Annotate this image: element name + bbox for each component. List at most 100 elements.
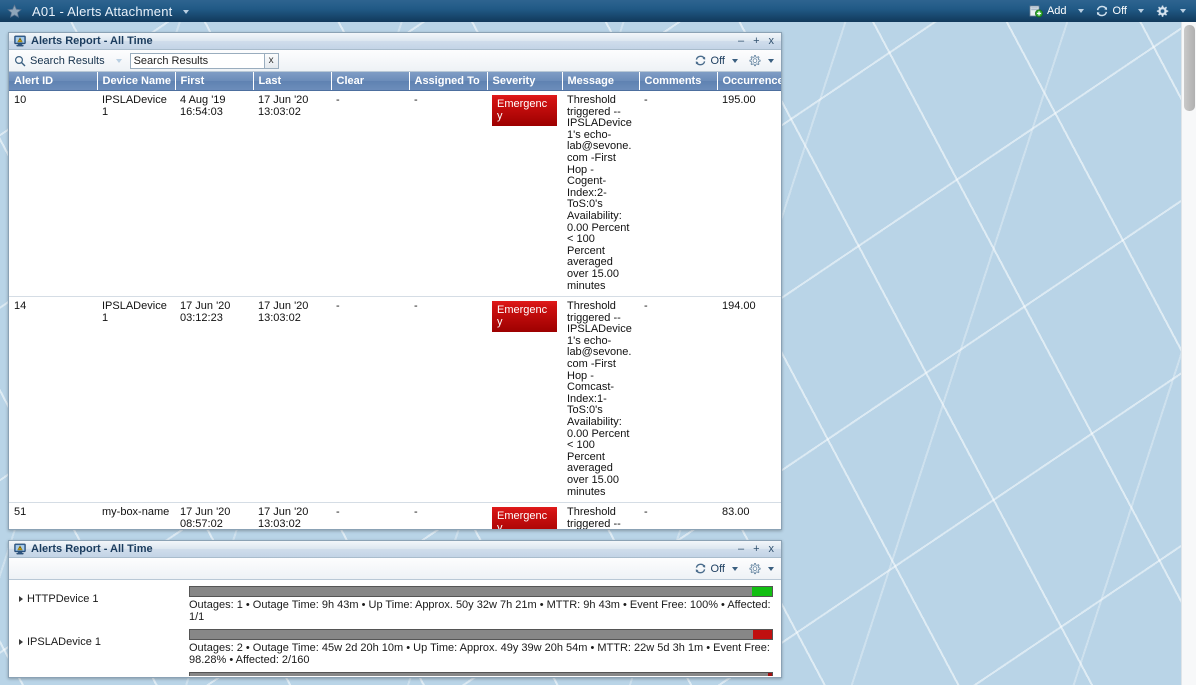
column-header-clear[interactable]: Clear [331,72,410,91]
alerts-panel-toolbar: Search Results x Off [9,50,781,72]
page-title-chevron-down-icon[interactable] [183,10,190,15]
refresh-chevron-down-icon[interactable] [1138,9,1144,13]
alerts-refresh-toggle[interactable]: Off [694,54,738,67]
add-icon [1029,5,1043,18]
settings-button[interactable] [1151,2,1190,20]
star-icon[interactable] [7,3,22,19]
cell-occurrences: 83.00 [717,502,781,529]
gear-icon [749,563,761,575]
alerts-settings-chevron-down-icon[interactable] [768,58,774,63]
cell-message: Threshold triggered -- IPSLADevice 1's e… [562,90,639,298]
refresh-toggle-button[interactable]: Off [1091,2,1148,20]
refresh-toggle-label: Off [1112,5,1127,17]
gear-icon [749,55,761,67]
alerts-table-header-row: Alert ID Device Name First Last Clear As… [9,72,781,91]
alerts-table-scroll-area[interactable]: Alert ID Device Name First Last Clear As… [9,72,781,529]
table-row[interactable]: 14 IPSLADevice 1 17 Jun '20 03:12:23 17 … [9,296,781,504]
expand-triangle-icon[interactable] [19,596,23,602]
availability-settings-chevron-down-icon[interactable] [768,566,774,571]
clear-search-button[interactable]: x [264,52,279,69]
column-header-comments[interactable]: Comments [639,72,718,91]
cell-device-name: my-box-name [97,502,175,529]
availability-bar [189,586,773,597]
minimize-button[interactable]: – [738,543,744,555]
maximize-button[interactable]: + [753,543,759,555]
cell-device-name: IPSLADevice 1 [97,90,175,298]
cell-first: 17 Jun '20 08:57:02 [175,502,253,529]
column-header-last[interactable]: Last [253,72,332,91]
expand-triangle-icon[interactable] [19,639,23,645]
alerts-report-panel: Alerts Report - All Time – + x Search Re… [8,32,782,530]
availability-device-toggle[interactable]: HTTPDevice 1 [19,586,189,605]
page-title-text: A01 - Alerts Attachment [32,3,173,19]
cell-comments: - [639,90,717,298]
availability-device-toggle[interactable]: IPSLADevice 1 [19,629,189,648]
list-item[interactable]: IPSLADevice 1 Outages: 2 • Outage Time: … [19,629,773,666]
cell-last-time: 13:03:02 [258,517,301,529]
cell-clear: - [331,502,409,529]
cell-first-time: 03:12:23 [180,311,223,324]
table-row[interactable]: 10 IPSLADevice 1 4 Aug '19 16:54:03 17 J… [9,90,781,298]
availability-rows: HTTPDevice 1 Outages: 1 • Outage Time: 9… [9,580,781,676]
add-button[interactable]: Add [1025,2,1088,20]
list-item[interactable]: HTTPDevice 1 Outages: 1 • Outage Time: 9… [19,586,773,623]
add-chevron-down-icon[interactable] [1077,9,1084,13]
availability-bar-uptime-segment [190,630,754,639]
close-button[interactable]: x [769,35,775,47]
maximize-button[interactable]: + [753,35,759,47]
availability-report-panel: Alerts Report - All Time – + x Off HTTPD… [8,540,782,678]
availability-detail: Outages: 1 • Outage Time: 4h 7m • Up Tim… [189,672,773,676]
cell-first: 17 Jun '20 03:12:23 [175,296,253,504]
availability-panel-titlebar[interactable]: Alerts Report - All Time – + x [9,541,781,558]
alerts-panel-titlebar[interactable]: Alerts Report - All Time – + x [9,33,781,50]
status-badge: Emergency [492,301,557,333]
availability-bar-uptime-segment [190,587,752,596]
availability-settings-button[interactable] [748,562,774,575]
cell-occurrences: 194.00 [717,296,781,504]
cell-alert-id: 51 [9,502,97,529]
page-vertical-scrollbar[interactable] [1181,22,1196,685]
availability-bar [189,629,773,640]
search-field-group: x [129,52,279,69]
column-header-message[interactable]: Message [562,72,640,91]
cell-message: Threshold triggered -- my-box-name's IP … [562,502,639,529]
column-header-first[interactable]: First [175,72,254,91]
column-header-severity[interactable]: Severity [487,72,563,91]
availability-toolbar-actions: Off [694,562,776,575]
minimize-button[interactable]: – [738,35,744,47]
table-row[interactable]: 51 my-box-name 17 Jun '20 08:57:02 17 Ju… [9,502,781,529]
cell-comments: - [639,502,717,529]
monitor-alert-icon [14,543,26,555]
page-scrollbar-thumb[interactable] [1184,25,1195,111]
availability-device-name: IPSLADevice 1 [27,636,101,648]
settings-chevron-down-icon[interactable] [1180,9,1186,13]
cell-last-time: 13:03:02 [258,311,301,324]
cell-assigned-to: - [409,90,487,298]
alerts-settings-button[interactable] [748,54,774,67]
search-scope-dropdown[interactable]: Search Results [14,55,122,67]
cell-assigned-to: - [409,502,487,529]
alerts-table: Alert ID Device Name First Last Clear As… [9,72,781,529]
alerts-refresh-label: Off [710,54,725,67]
availability-refresh-toggle[interactable]: Off [694,562,738,575]
cell-last-time: 13:03:02 [258,105,301,118]
cell-alert-id: 10 [9,90,97,298]
availability-device-toggle[interactable]: my-box-name [19,672,189,676]
alerts-refresh-chevron-down-icon[interactable] [732,58,738,63]
availability-panel-toolbar: Off [9,558,781,580]
page-title: A01 - Alerts Attachment [32,3,190,19]
alerts-toolbar-actions: Off [694,54,776,67]
availability-refresh-chevron-down-icon[interactable] [732,566,738,571]
column-header-assigned-to[interactable]: Assigned To [409,72,488,91]
search-input[interactable] [129,52,265,69]
search-scope-chevron-down-icon[interactable] [115,58,122,63]
column-header-device-name[interactable]: Device Name [97,72,176,91]
cell-last: 17 Jun '20 13:03:02 [253,90,331,298]
list-item[interactable]: my-box-name Outages: 1 • Outage Time: 4h… [19,672,773,676]
cell-last: 17 Jun '20 13:03:02 [253,502,331,529]
column-header-occurrences[interactable]: Occurrences [717,72,781,91]
availability-panel-title: Alerts Report - All Time [31,543,153,555]
cell-severity: Emergency [487,90,562,298]
column-header-alert-id[interactable]: Alert ID [9,72,98,91]
close-button[interactable]: x [769,543,775,555]
